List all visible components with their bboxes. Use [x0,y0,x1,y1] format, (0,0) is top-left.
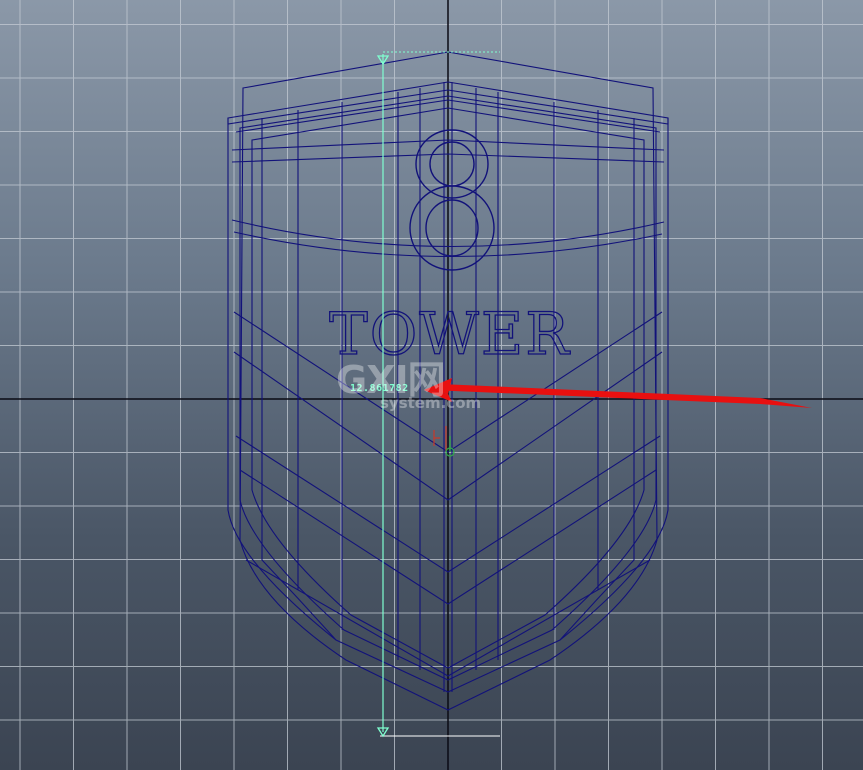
watermark-domain: system.com [380,394,482,412]
3d-viewport[interactable]: TOWER 12.861782 GXI网 system.com [0,0,863,770]
